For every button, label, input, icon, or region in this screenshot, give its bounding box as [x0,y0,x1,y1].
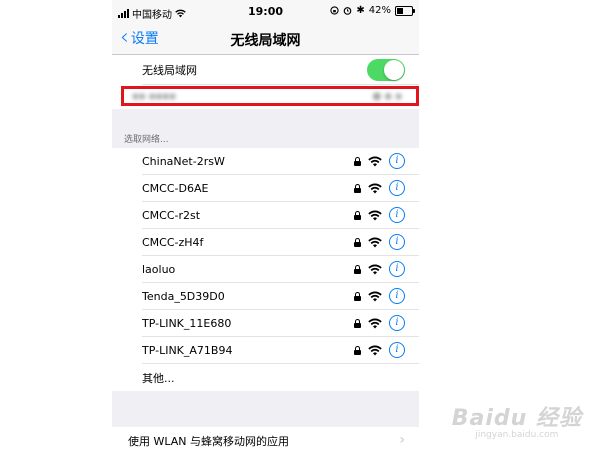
battery-icon [395,5,415,16]
wlan-toggle[interactable] [367,59,405,81]
info-icon[interactable]: i [389,153,405,169]
battery-level [397,7,403,14]
network-icons: i [354,261,405,277]
info-icon[interactable]: i [389,207,405,223]
other-network-label: 其他... [142,371,175,385]
network-name: CMCC-r2st [142,209,201,222]
lock-rotation-icon [330,6,340,15]
network-name: TP-LINK_11E680 [142,317,232,330]
lock-icon [354,345,361,355]
info-icon[interactable]: i [389,234,405,250]
chevron-right-icon: › [399,432,405,448]
network-icons: i [354,342,405,358]
info-icon[interactable]: i [389,180,405,196]
network-name: TP-LINK_A71B94 [142,344,233,357]
network-row[interactable]: laoluo i [112,256,419,283]
info-icon[interactable]: i [389,288,405,304]
lock-icon [354,264,361,274]
wifi-icon [368,264,382,274]
lock-icon [354,318,361,328]
network-icons: i [354,180,405,196]
network-row[interactable]: TP-LINK_A71B94 i [112,337,419,364]
network-row[interactable]: ChinaNet-2rsW i [112,148,419,175]
info-icon[interactable]: i [389,315,405,331]
network-name: laoluo [142,263,176,276]
wlan-label: 无线局域网 [142,64,197,77]
wifi-icon [368,345,382,355]
network-row[interactable]: TP-LINK_11E680 i [112,310,419,337]
wifi-icon [368,318,382,328]
lock-icon [354,237,361,247]
wifi-icon [368,183,382,193]
network-list: ChinaNet-2rsW i CMCC-D6AE i CMCC-r2st i CMCC-z… [112,148,419,391]
network-name: CMCC-D6AE [142,182,209,195]
highlight-box [121,86,419,106]
network-name: Tenda_5D39D0 [142,290,225,303]
page-title: 无线局域网 [230,33,301,49]
network-name: CMCC-zH4f [142,236,204,249]
network-row[interactable]: CMCC-D6AE i [112,175,419,202]
network-row[interactable]: CMCC-zH4f i [112,229,419,256]
network-icons: i [354,153,405,169]
phone-screen: 中国移动 19:00 ✱ 42% ‹ 设置 无线局域网 无线局域网 ▪▪ ▪▪▪… [112,0,419,450]
info-icon[interactable]: i [389,261,405,277]
toggle-knob [384,60,404,80]
status-bar: 中国移动 19:00 ✱ 42% [112,0,419,22]
wifi-icon [368,210,382,220]
other-network-row[interactable]: 其他... [112,364,419,391]
info-icon[interactable]: i [389,342,405,358]
network-name: ChinaNet-2rsW [142,155,225,168]
network-icons: i [354,315,405,331]
wlan-toggle-row: 无线局域网 [112,55,419,85]
status-right: ✱ 42% [330,5,415,16]
watermark: Baidu 经验 jingyan.baidu.com [452,400,582,440]
wlan-apps-row[interactable]: 使用 WLAN 与蜂窝移动网的应用 › [112,427,419,450]
apps-row-group: 使用 WLAN 与蜂窝移动网的应用 › [112,427,419,450]
lock-icon [354,210,361,220]
network-icons: i [354,288,405,304]
nav-bar: ‹ 设置 无线局域网 [112,22,419,55]
watermark-logo: Baidu 经验 [451,406,582,431]
battery-percent: 42% [368,5,391,16]
lock-icon [354,183,361,193]
wifi-icon [368,291,382,301]
bluetooth-icon: ✱ [356,5,365,16]
alarm-icon [344,7,352,15]
wifi-icon [368,237,382,247]
network-row[interactable]: CMCC-r2st i [112,202,419,229]
network-icons: i [354,207,405,223]
section-header-label: 选取网络... [124,135,169,145]
wlan-apps-label: 使用 WLAN 与蜂窝移动网的应用 [128,434,290,448]
network-row[interactable]: Tenda_5D39D0 i [112,283,419,310]
wifi-icon [368,156,382,166]
network-icons: i [354,234,405,250]
lock-icon [354,156,361,166]
lock-icon [354,291,361,301]
